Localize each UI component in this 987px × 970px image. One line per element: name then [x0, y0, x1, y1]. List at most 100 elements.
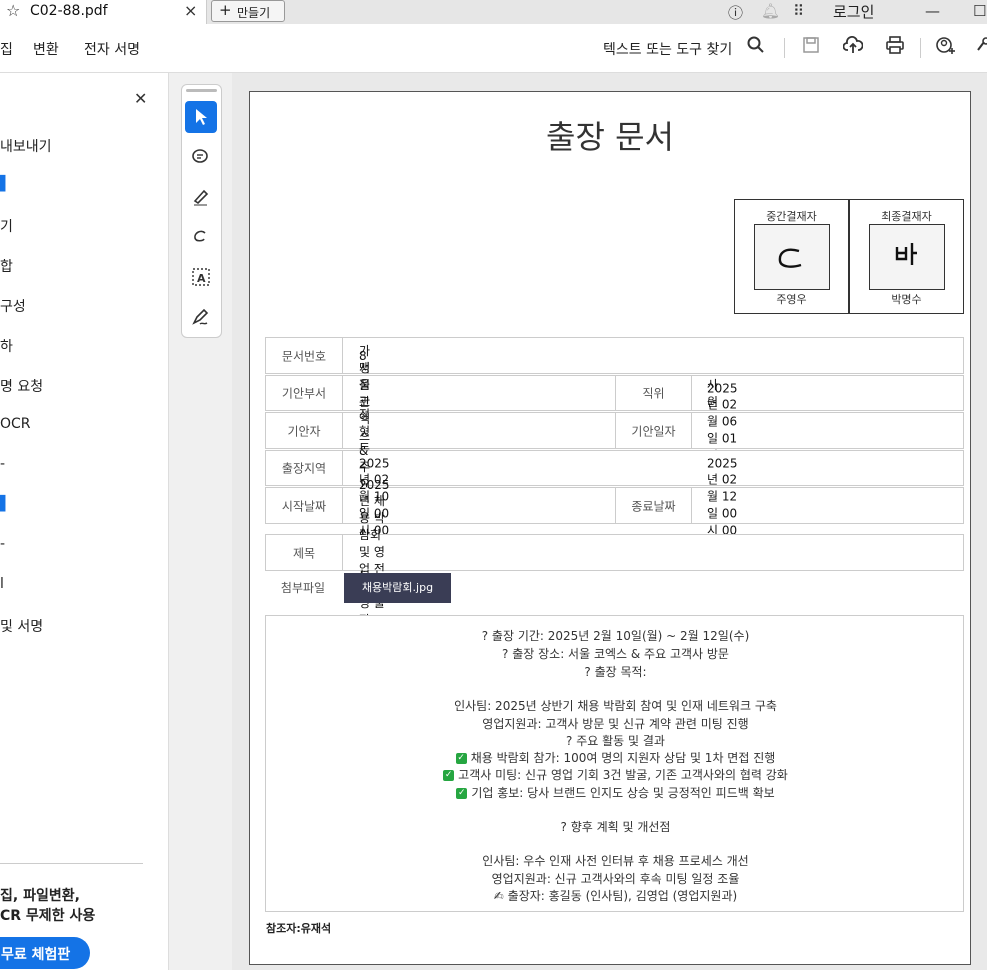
login-button[interactable]: 로그인: [833, 1, 874, 22]
attachment-label: 첨부파일: [280, 581, 326, 595]
find-tools-label[interactable]: 텍스트 또는 도구 찾기: [603, 39, 732, 59]
panel-item-combine[interactable]: 합: [0, 256, 13, 276]
body-line: ? 주요 활동 및 결과: [566, 734, 665, 748]
print-icon[interactable]: [885, 36, 905, 59]
drafter-label: 기안자: [266, 413, 343, 448]
drag-handle[interactable]: [186, 89, 217, 92]
body-line: 영업지원과: 고객사 방문 및 신규 계약 관련 미팅 진행: [482, 717, 749, 731]
subject-label: 제목: [266, 535, 343, 570]
tab-bar: ☆ C02-88.pdf × + 만들기 ⓘ 🔔︎ ⠿ 로그인 — ☐: [0, 0, 987, 24]
panel-item-8[interactable]: -: [0, 456, 5, 472]
free-trial-label: 무료 체험판: [1, 947, 71, 963]
body-line-text: 고객사 미팅: 신규 영업 기회 3건 발굴, 기존 고객사와의 협력 강화: [458, 768, 788, 782]
comment-icon: [192, 149, 208, 163]
promo-line-1: 집, 파일변환,: [0, 888, 80, 904]
panel-item-10[interactable]: -: [0, 536, 5, 552]
cc-line: 참조자:유재석: [266, 922, 332, 935]
approval-box-final: 최종결재자 박명수: [849, 199, 964, 314]
pen-sign-icon: [192, 308, 209, 325]
tab-document[interactable]: ☆ C02-88.pdf ×: [0, 0, 207, 24]
body-line: ? 향후 계획 및 개선점: [560, 820, 671, 834]
document-title: 출장 문서: [546, 118, 674, 156]
freehand-icon: [194, 230, 206, 242]
help-icon[interactable]: ⓘ: [728, 2, 743, 23]
bell-icon[interactable]: 🔔︎: [761, 2, 780, 20]
cursor-icon: [196, 109, 207, 125]
minimize-icon[interactable]: —: [925, 2, 940, 20]
subject-row: 제목 2025년 채용 박람회 및 영업 전략 미팅 출장: [265, 478, 964, 627]
body-line: ✍ 출장자: 홍길동 (인사팀), 김영업 (영업지원과): [493, 889, 738, 903]
position-label: 직위: [615, 376, 692, 410]
svg-text:A: A: [197, 272, 206, 285]
highlight-tool-button[interactable]: [185, 181, 217, 213]
panel-item-11[interactable]: l: [0, 576, 4, 592]
document-body: ? 출장 기간: 2025년 2월 10일(월) ~ 2월 12일(수) ? 출…: [265, 615, 964, 912]
quick-tools-bar: A: [181, 84, 222, 338]
comment-tool-button[interactable]: [185, 141, 217, 173]
menu-edit[interactable]: 집: [0, 39, 13, 59]
share-user-icon[interactable]: [936, 36, 956, 59]
body-line-checked: ✓ 기업 홍보: 당사 브랜드 인지도 상승 및 긍정적인 피드백 확보: [266, 784, 965, 801]
panel-item-fill-sign[interactable]: 및 서명: [0, 616, 43, 636]
close-panel-icon[interactable]: ✕: [134, 89, 147, 108]
body-line-checked: ✓ 채용 박람회 참가: 100여 명의 지원자 상담 및 1차 면접 진행: [266, 749, 965, 766]
menu-e-sign[interactable]: 전자 서명: [84, 39, 140, 59]
menu-convert[interactable]: 변환: [33, 39, 59, 59]
body-line-text: 기업 홍보: 당사 브랜드 인지도 상승 및 긍정적인 피드백 확보: [471, 786, 775, 800]
panel-item-2[interactable]: 기: [0, 216, 13, 236]
panel-item-9[interactable]: ▌: [0, 496, 11, 512]
toolbar-divider: [920, 38, 921, 58]
promo-line-2: CR 무제한 사용: [0, 908, 96, 924]
panel-divider: [0, 863, 143, 864]
close-tab-icon[interactable]: ×: [184, 1, 197, 20]
tools-panel: ✕ 내보내기 ▌ 기 합 구성 하 명 요청 OCR - ▌ - l 및 서명 …: [0, 73, 169, 970]
approval-role: 최종결재자: [881, 210, 932, 223]
save-icon[interactable]: [802, 36, 820, 59]
body-line: 인사팀: 우수 인재 사전 인터뷰 후 채용 프로세스 개선: [482, 854, 749, 868]
toolbar-divider: [784, 38, 785, 58]
approver-name: 주영우: [776, 293, 807, 306]
maximize-icon[interactable]: ☐: [973, 2, 986, 20]
checkbox-icon: ✓: [443, 770, 455, 781]
plus-icon: +: [219, 1, 232, 19]
sign-tool-button[interactable]: [185, 301, 217, 333]
new-tab-label: 만들기: [237, 6, 271, 20]
text-tool-button[interactable]: A: [185, 261, 217, 293]
highlighter-icon: [193, 189, 209, 206]
doc-no-label: 문서번호: [266, 338, 343, 373]
body-line: ? 출장 장소: 서울 코엑스 & 주요 고객사 방문: [502, 647, 729, 661]
panel-item-organize[interactable]: 구성: [0, 296, 26, 316]
approval-box-middle: 중간결재자 주영우: [734, 199, 849, 314]
body-line: 인사팀: 2025년 상반기 채용 박람회 참여 및 인재 네트워크 구축: [454, 699, 777, 713]
menu-bar: 집 변환 전자 서명 텍스트 또는 도구 찾기: [0, 24, 987, 73]
link-icon[interactable]: [976, 36, 987, 59]
draw-tool-button[interactable]: [185, 221, 217, 253]
new-tab-button[interactable]: + 만들기: [211, 0, 285, 22]
panel-item-ocr[interactable]: OCR: [0, 416, 31, 432]
star-icon[interactable]: ☆: [6, 1, 20, 20]
end-label: 종료날짜: [615, 488, 692, 523]
date-label: 기안일자: [615, 413, 692, 448]
apps-grid-icon[interactable]: ⠿: [793, 2, 804, 20]
dept-label: 기안부서: [266, 376, 343, 410]
body-line: ? 출장 기간: 2025년 2월 10일(월) ~ 2월 12일(수): [481, 629, 750, 643]
body-line-text: 채용 박람회 참가: 100여 명의 지원자 상담 및 1차 면접 진행: [470, 751, 776, 765]
start-label: 시작날짜: [266, 488, 343, 523]
free-trial-button[interactable]: 무료 체험판: [0, 937, 90, 969]
panel-item-edit[interactable]: ▌: [0, 176, 11, 192]
body-line: ? 출장 목적:: [584, 665, 647, 679]
cloud-upload-icon[interactable]: [842, 36, 864, 59]
select-tool-button[interactable]: [185, 101, 217, 133]
region-label: 출장지역: [266, 451, 343, 485]
body-line: 영업지원과: 신규 고객사와의 후속 미팅 일정 조율: [491, 872, 740, 886]
approver-name: 박명수: [891, 293, 922, 306]
body-line-checked: ✓ 고객사 미팅: 신규 영업 기회 3건 발굴, 기존 고객사와의 협력 강화: [266, 766, 965, 783]
panel-item-request-sign[interactable]: 명 요청: [0, 376, 43, 396]
text-box-icon: A: [192, 268, 210, 286]
signature-image: [754, 224, 830, 290]
checkbox-icon: ✓: [455, 753, 467, 764]
panel-item-5[interactable]: 하: [0, 336, 13, 356]
attachment-file-button[interactable]: 채용박람회.jpg: [344, 573, 451, 603]
panel-item-export[interactable]: 내보내기: [0, 136, 52, 156]
search-icon[interactable]: [747, 36, 765, 59]
